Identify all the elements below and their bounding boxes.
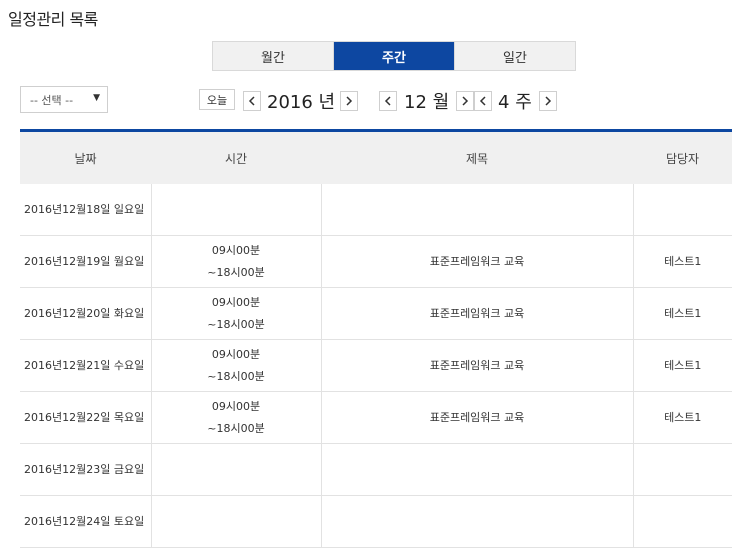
- table-row: 2016년12월21일 수요일 09시00분 ~18시00분 표준프레임워크 교육…: [20, 339, 732, 392]
- month-display: 12 월: [404, 88, 449, 114]
- time-end: ~18시00분: [207, 265, 265, 279]
- table-header-row: 날짜 시간 제목 담당자: [20, 132, 732, 184]
- chevron-left-icon: [479, 96, 486, 106]
- year-display: 2016 년: [267, 88, 335, 114]
- cell-date: 2016년12월18일 일요일: [20, 184, 152, 236]
- category-select-value: -- 선택 --: [30, 93, 74, 107]
- cell-date: 2016년12월20일 화요일: [20, 287, 152, 340]
- prev-month-button[interactable]: [379, 91, 397, 111]
- cell-date: 2016년12월19일 월요일: [20, 235, 152, 288]
- cell-owner: 테스트1: [633, 287, 732, 340]
- chevron-down-icon: ▼: [93, 93, 100, 103]
- time-start: 09시00분: [211, 347, 261, 361]
- cell-owner: [633, 184, 732, 236]
- next-year-button[interactable]: [340, 91, 358, 111]
- time-end: ~18시00분: [207, 421, 265, 435]
- time-end: ~18시00분: [207, 317, 265, 331]
- column-header-date: 날짜: [20, 132, 151, 184]
- page-title: 일정관리 목록: [8, 10, 98, 29]
- time-start: 09시00분: [211, 399, 261, 413]
- year-value: 2016: [267, 92, 313, 113]
- prev-year-button[interactable]: [243, 91, 261, 111]
- table-row: 2016년12월22일 목요일 09시00분 ~18시00분 표준프레임워크 교육…: [20, 391, 732, 444]
- cell-time: 09시00분 ~18시00분: [151, 235, 322, 288]
- table-row: 2016년12월24일 토요일: [20, 495, 732, 548]
- cell-date: 2016년12월24일 토요일: [20, 495, 152, 548]
- column-header-title: 제목: [321, 132, 633, 184]
- time-start: 09시00분: [211, 295, 261, 309]
- next-month-button[interactable]: [456, 91, 474, 111]
- cell-owner: [633, 495, 732, 548]
- week-display: 4 주: [498, 88, 532, 114]
- cell-owner: 테스트1: [633, 235, 732, 288]
- next-week-button[interactable]: [539, 91, 557, 111]
- chevron-left-icon: [384, 96, 391, 106]
- tab-daily[interactable]: 일간: [455, 42, 575, 70]
- cell-date: 2016년12월21일 수요일: [20, 339, 152, 392]
- cell-time: 09시00분 ~18시00분: [151, 287, 322, 340]
- cell-date: 2016년12월23일 금요일: [20, 443, 152, 496]
- prev-week-button[interactable]: [474, 91, 492, 111]
- cell-owner: [633, 443, 732, 496]
- time-start: 09시00분: [211, 243, 261, 257]
- chevron-right-icon: [545, 96, 552, 106]
- cell-time: 09시00분 ~18시00분: [151, 339, 322, 392]
- cell-date: 2016년12월22일 목요일: [20, 391, 152, 444]
- tab-weekly[interactable]: 주간: [334, 42, 455, 70]
- chevron-right-icon: [346, 96, 353, 106]
- cell-title[interactable]: [321, 443, 634, 496]
- cell-time: 09시00분 ~18시00분: [151, 391, 322, 444]
- column-header-owner: 담당자: [633, 132, 732, 184]
- view-tabs: 월간 주간 일간: [212, 41, 576, 71]
- today-button[interactable]: 오늘: [199, 89, 235, 110]
- cell-owner: 테스트1: [633, 339, 732, 392]
- cell-title[interactable]: 표준프레임워크 교육: [321, 339, 634, 392]
- cell-time: [151, 184, 322, 236]
- cell-title[interactable]: 표준프레임워크 교육: [321, 287, 634, 340]
- table-row: 2016년12월20일 화요일 09시00분 ~18시00분 표준프레임워크 교육…: [20, 287, 732, 340]
- column-header-time: 시간: [151, 132, 321, 184]
- cell-time: [151, 495, 322, 548]
- cell-title[interactable]: 표준프레임워크 교육: [321, 235, 634, 288]
- week-unit: 주: [515, 92, 532, 113]
- month-value: 12: [404, 92, 427, 113]
- table-row: 2016년12월18일 일요일: [20, 184, 732, 236]
- month-unit: 월: [432, 92, 450, 113]
- week-value: 4: [498, 92, 510, 113]
- chevron-left-icon: [248, 96, 255, 106]
- schedule-table: 날짜 시간 제목 담당자 2016년12월18일 일요일 2016년12월19일…: [20, 129, 732, 548]
- year-unit: 년: [318, 92, 336, 113]
- cell-title[interactable]: [321, 184, 634, 236]
- chevron-right-icon: [462, 96, 469, 106]
- table-row: 2016년12월19일 월요일 09시00분 ~18시00분 표준프레임워크 교육…: [20, 235, 732, 288]
- table-row: 2016년12월23일 금요일: [20, 443, 732, 496]
- cell-title[interactable]: 표준프레임워크 교육: [321, 391, 634, 444]
- cell-title[interactable]: [321, 495, 634, 548]
- cell-owner: 테스트1: [633, 391, 732, 444]
- time-end: ~18시00분: [207, 369, 265, 383]
- tab-monthly[interactable]: 월간: [213, 42, 334, 70]
- category-select[interactable]: -- 선택 -- ▼: [20, 86, 108, 113]
- cell-time: [151, 443, 322, 496]
